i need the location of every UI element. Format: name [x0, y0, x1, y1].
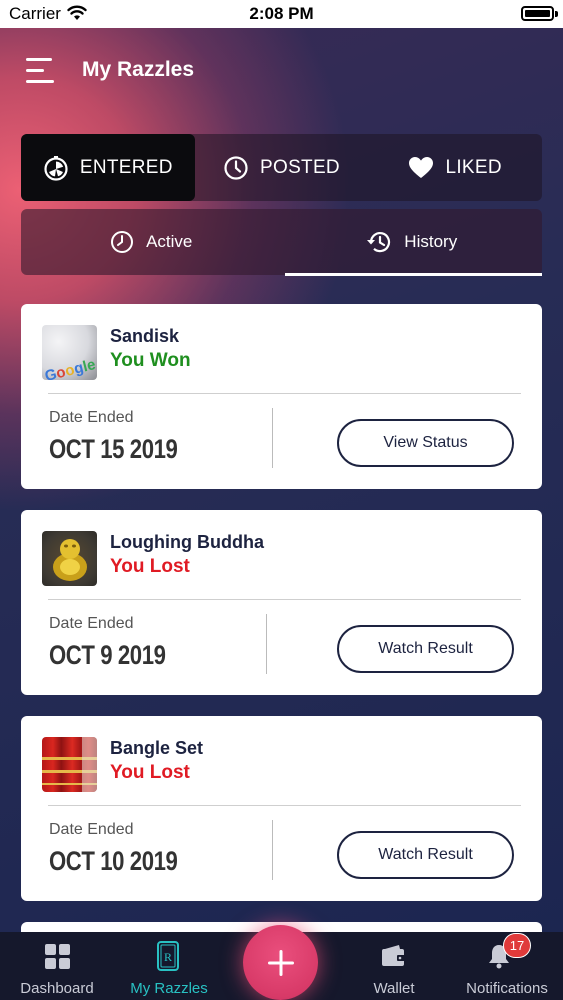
razzle-card[interactable]: Loughing Buddha You Lost Date Ended OCT …	[21, 510, 542, 695]
wallet-icon	[382, 945, 406, 966]
notification-badge: 17	[503, 933, 531, 958]
tabbar-item-my-razzles[interactable]: R My Razzles	[120, 932, 218, 1000]
result-status: You Won	[110, 350, 191, 371]
status-bar: Carrier 2:08 PM	[0, 0, 563, 28]
item-name: Bangle Set	[110, 738, 204, 758]
page-title: My Razzles	[82, 58, 195, 81]
tab-liked-label: LIKED	[445, 156, 502, 178]
tab-entered-label: ENTERED	[79, 156, 173, 178]
razzle-card-icon: R	[157, 941, 179, 971]
date-value: OCT 15 2019	[49, 434, 178, 464]
battery-tip	[555, 11, 558, 17]
clock-time: 2:08 PM	[249, 4, 314, 23]
vertical-divider	[266, 614, 267, 674]
tabbar-item-dashboard[interactable]: Dashboard	[8, 932, 106, 1000]
vertical-divider	[272, 820, 273, 880]
result-status: You Lost	[110, 762, 190, 783]
date-value: OCT 10 2019	[49, 846, 178, 876]
item-thumbnail	[42, 737, 97, 792]
tab-posted-label: POSTED	[260, 156, 340, 178]
tab-active[interactable]: Active	[21, 209, 282, 275]
tabbar-label: Wallet	[373, 980, 415, 997]
result-status: You Lost	[110, 556, 190, 577]
svg-text:Google: Google	[43, 356, 97, 380]
clock-icon	[223, 155, 249, 181]
tabbar-label: Dashboard	[20, 980, 94, 997]
date-value: OCT 9 2019	[49, 640, 166, 670]
tab-history[interactable]: History	[282, 209, 543, 276]
tabbar-label: Notifications	[466, 980, 548, 997]
sub-tabs: Active History	[21, 209, 543, 276]
add-razzle-button[interactable]	[243, 925, 318, 1000]
watch-result-button[interactable]: Watch Result	[337, 831, 514, 879]
divider	[48, 599, 521, 600]
tab-history-label: History	[404, 232, 458, 251]
tabbar-label: My Razzles	[130, 980, 208, 997]
plus-icon	[267, 949, 294, 976]
stopwatch-icon	[43, 155, 69, 181]
hamburger-icon[interactable]	[26, 58, 56, 84]
history-icon	[366, 230, 392, 254]
tab-liked[interactable]: LIKED	[368, 134, 542, 201]
clock-icon	[110, 230, 134, 254]
item-thumbnail: Google	[42, 325, 97, 380]
svg-text:R: R	[164, 950, 172, 964]
vertical-divider	[272, 408, 273, 468]
razzle-card[interactable]: Google Sandisk You Won Date Ended OCT 15…	[21, 304, 542, 489]
watch-result-button[interactable]: Watch Result	[337, 625, 514, 673]
date-label: Date Ended	[49, 615, 134, 632]
razzle-card[interactable]: Bangle Set You Lost Date Ended OCT 10 20…	[21, 716, 542, 901]
date-label: Date Ended	[49, 821, 134, 838]
tabbar-item-wallet[interactable]: Wallet	[345, 932, 443, 1000]
app-header: My Razzles	[0, 28, 563, 114]
battery-icon	[521, 6, 554, 21]
item-name: Sandisk	[110, 326, 180, 346]
grid-icon	[45, 944, 70, 969]
divider	[48, 393, 521, 394]
heart-icon	[408, 156, 434, 180]
tab-posted[interactable]: POSTED	[195, 134, 369, 201]
divider	[48, 805, 521, 806]
tab-active-label: Active	[146, 232, 193, 251]
item-thumbnail	[42, 531, 97, 586]
main-tabs: ENTERED POSTED LIKED	[21, 134, 542, 201]
view-status-button[interactable]: View Status	[337, 419, 514, 467]
item-name: Loughing Buddha	[110, 532, 264, 552]
tab-entered[interactable]: ENTERED	[21, 134, 195, 201]
date-label: Date Ended	[49, 409, 134, 426]
